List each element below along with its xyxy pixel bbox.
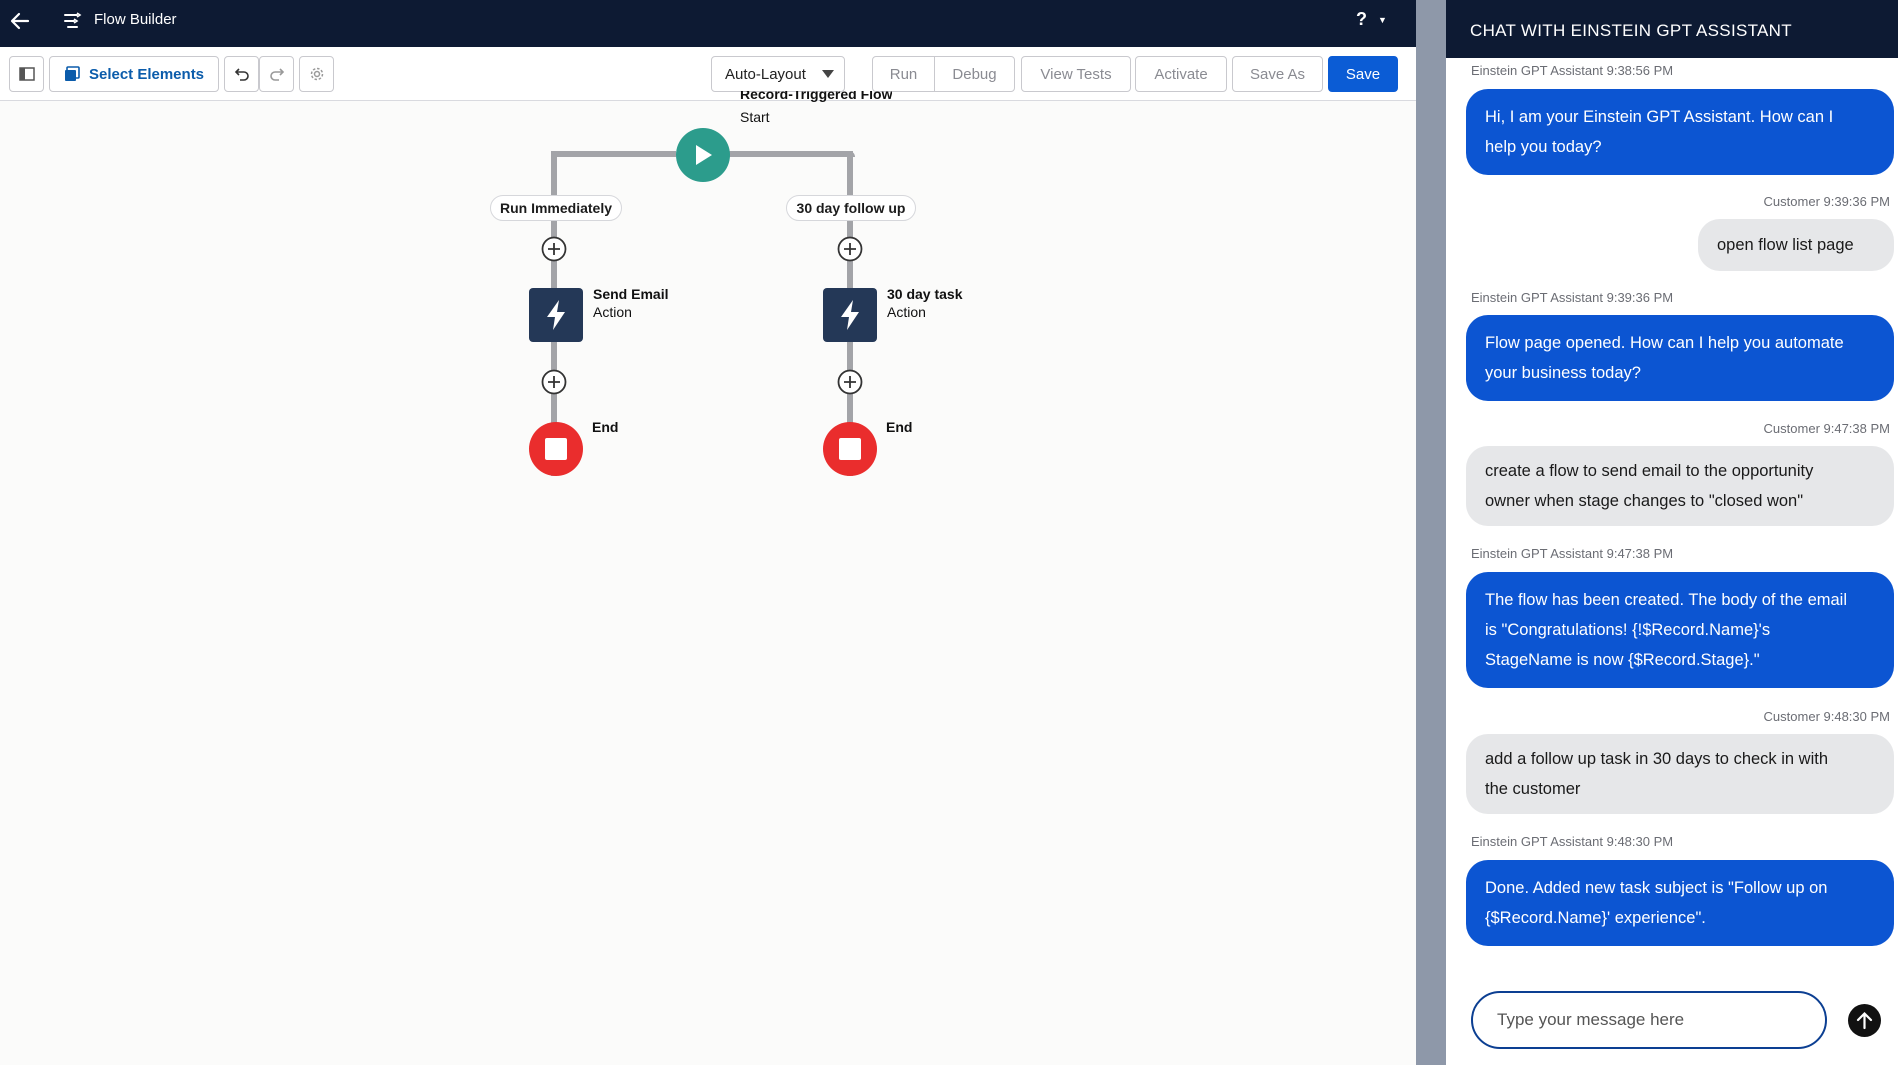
layout-select[interactable]: Auto-Layout (711, 56, 845, 92)
select-elements-icon (64, 66, 80, 81)
connector (729, 151, 855, 157)
global-header: Flow Builder ? ▼ (0, 0, 1416, 47)
add-element-icon[interactable] (837, 236, 863, 262)
debug-button[interactable]: Debug (934, 56, 1015, 92)
add-element-icon[interactable] (837, 369, 863, 395)
assistant-message: Hi, I am your Einstein GPT Assistant. Ho… (1466, 89, 1894, 175)
redo-button[interactable] (259, 56, 294, 92)
save-button[interactable]: Save (1328, 56, 1398, 92)
end-node[interactable] (823, 422, 877, 476)
send-icon (1856, 1011, 1873, 1030)
stop-icon (839, 438, 861, 460)
message-meta: Einstein GPT Assistant 9:39:36 PM (1471, 290, 1674, 305)
customer-message: add a follow up task in 30 days to check… (1466, 734, 1894, 814)
action-type: Action (593, 304, 632, 320)
run-button[interactable]: Run (872, 56, 935, 92)
play-icon (696, 145, 712, 165)
select-elements-button[interactable]: Select Elements (49, 56, 219, 92)
start-node[interactable] (676, 128, 730, 182)
view-tests-button[interactable]: View Tests (1021, 56, 1131, 92)
undo-button[interactable] (224, 56, 259, 92)
lightning-icon (841, 300, 859, 330)
flow-builder-icon (64, 12, 82, 28)
start-subtitle: Start (740, 109, 770, 125)
undo-icon (234, 68, 249, 81)
assistant-message: The flow has been created. The body of t… (1466, 572, 1894, 688)
action-type: Action (887, 304, 926, 320)
message-meta: Einstein GPT Assistant 9:47:38 PM (1471, 546, 1674, 561)
add-element-icon[interactable] (541, 369, 567, 395)
connector (551, 151, 557, 301)
assistant-message: Done. Added new task subject is "Follow … (1466, 860, 1894, 946)
message-meta: Customer 9:48:30 PM (1763, 709, 1890, 724)
chevron-down-icon (822, 70, 834, 78)
layout-select-value: Auto-Layout (725, 65, 806, 83)
stop-icon (545, 438, 567, 460)
end-node[interactable] (529, 422, 583, 476)
chat-header: CHAT WITH EINSTEIN GPT ASSISTANT (1446, 0, 1898, 58)
action-title: 30 day task (887, 286, 963, 302)
start-title: Record-Triggered Flow (740, 91, 893, 102)
branch-label-run-immediately[interactable]: Run Immediately (490, 195, 622, 221)
panel-toggle-button[interactable] (9, 56, 44, 92)
redo-icon (269, 68, 284, 81)
connector (551, 156, 557, 172)
action-title: Send Email (593, 286, 669, 302)
assistant-message: Flow page opened. How can I help you aut… (1466, 315, 1894, 401)
chat-title: CHAT WITH EINSTEIN GPT ASSISTANT (1470, 21, 1792, 40)
flow-canvas[interactable]: Record-Triggered Flow Start Run Immediat… (0, 91, 1416, 1065)
select-elements-label: Select Elements (88, 65, 205, 83)
settings-button[interactable] (299, 56, 334, 92)
end-label: End (592, 419, 619, 435)
flow-builder-app: Flow Builder ? ▼ Select Elements Auto-La… (0, 0, 1416, 1065)
branch-label-30-day[interactable]: 30 day follow up (786, 195, 916, 221)
chat-panel: CHAT WITH EINSTEIN GPT ASSISTANT Einstei… (1446, 0, 1898, 1065)
settings-icon (310, 67, 323, 81)
message-meta: Customer 9:39:36 PM (1763, 194, 1890, 209)
send-button[interactable] (1848, 1004, 1881, 1037)
end-label: End (886, 419, 913, 435)
back-arrow-icon[interactable] (8, 9, 32, 33)
chevron-down-icon[interactable]: ▼ (1378, 15, 1387, 25)
action-node-30-day-task[interactable] (823, 288, 877, 342)
panel-toggle-icon (18, 67, 35, 81)
message-meta: Einstein GPT Assistant 9:48:30 PM (1471, 834, 1674, 849)
panel-divider[interactable] (1416, 0, 1446, 1065)
add-element-icon[interactable] (541, 236, 567, 262)
connector (551, 151, 676, 157)
app-title: Flow Builder (94, 11, 177, 28)
toolbar: Select Elements Auto-Layout Run Debug Vi… (0, 47, 1416, 101)
customer-message: open flow list page (1698, 219, 1894, 271)
action-node-send-email[interactable] (529, 288, 583, 342)
customer-message: create a flow to send email to the oppor… (1466, 446, 1894, 526)
help-icon[interactable]: ? (1356, 9, 1367, 30)
activate-button[interactable]: Activate (1135, 56, 1227, 92)
lightning-icon (547, 300, 565, 330)
connector (847, 151, 853, 301)
save-as-button[interactable]: Save As (1232, 56, 1323, 92)
chat-message-input[interactable]: Type your message here (1471, 991, 1827, 1049)
message-meta: Einstein GPT Assistant 9:38:56 PM (1471, 63, 1674, 78)
message-meta: Customer 9:47:38 PM (1763, 421, 1890, 436)
